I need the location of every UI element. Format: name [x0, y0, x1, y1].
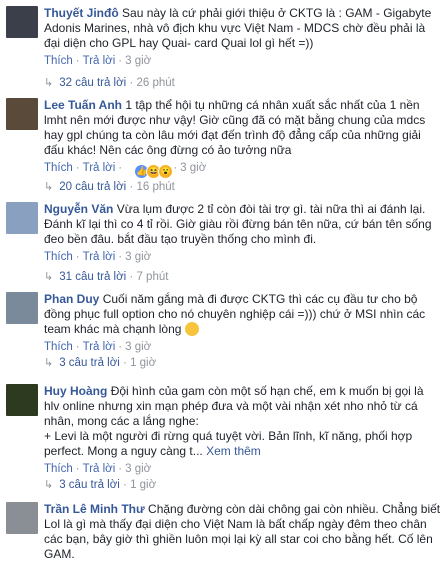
- comment-author[interactable]: Thuyết Jinđô: [44, 6, 119, 20]
- avatar[interactable]: [6, 502, 38, 534]
- comment-author[interactable]: Phan Duy: [44, 292, 99, 306]
- comment-body: Thuyết Jinđô Sau này là cứ phải giới thi…: [44, 6, 442, 69]
- reply-time: 16 phút: [136, 181, 175, 193]
- comment-body: Nguyễn Văn Vừa lụm được 2 tỉ còn đòi tài…: [44, 202, 442, 265]
- like-button[interactable]: Thích: [44, 251, 73, 263]
- avatar[interactable]: [6, 292, 38, 324]
- reply-arrow-icon: ↳: [44, 479, 54, 491]
- comment-actions: Thích · Trả lời · 3 giờ: [44, 55, 152, 67]
- emoji-icon: [184, 322, 199, 336]
- comment-body: Lee Tuấn Anh 1 tập thể hội tụ những cá n…: [44, 98, 442, 179]
- reply-time: 26 phút: [136, 77, 175, 89]
- view-replies-link[interactable]: ↳ 3 câu trả lời · 1 giờ: [44, 356, 156, 370]
- comment-actions: Thích · Trả lời · 3 giờ: [44, 463, 152, 475]
- view-replies-link[interactable]: ↳ 31 câu trả lời · 7 phút: [44, 270, 168, 284]
- view-replies-link[interactable]: ↳ 32 câu trả lời · 26 phút: [44, 76, 175, 90]
- comment-feed: Thuyết Jinđô Sau này là cứ phải giới thi…: [0, 0, 446, 566]
- reply-arrow-icon: ↳: [44, 357, 54, 369]
- reply-button[interactable]: Trả lời: [83, 162, 116, 174]
- comment-body: Huy Hoàng Đội hình của gam còn một số hạ…: [44, 384, 442, 477]
- timestamp[interactable]: 3 giờ: [125, 55, 151, 67]
- view-replies-link[interactable]: ↳ 20 câu trả lời · 16 phút: [44, 180, 175, 194]
- reply-count: 31 câu trả lời: [59, 271, 127, 283]
- timestamp[interactable]: 3 giờ: [180, 162, 206, 174]
- avatar[interactable]: [6, 6, 38, 38]
- comment-author[interactable]: Nguyễn Văn: [44, 202, 113, 216]
- like-button[interactable]: Thích: [44, 162, 73, 174]
- reply-count: 3 câu trả lời: [59, 357, 120, 369]
- reply-arrow-icon: ↳: [44, 181, 54, 193]
- like-button[interactable]: Thích: [44, 55, 73, 67]
- timestamp[interactable]: 3 giờ: [125, 463, 151, 475]
- timestamp[interactable]: 3 giờ: [125, 341, 151, 353]
- reply-button[interactable]: Trả lời: [83, 341, 116, 353]
- comment-author[interactable]: Huy Hoàng: [44, 384, 107, 398]
- reply-button[interactable]: Trả lời: [83, 55, 116, 67]
- comment-actions: Thích · Trả lời · 3 giờ: [44, 251, 152, 263]
- reply-time: 7 phút: [136, 271, 169, 283]
- avatar[interactable]: [6, 384, 38, 416]
- reply-button[interactable]: Trả lời: [83, 463, 116, 475]
- avatar[interactable]: [6, 98, 38, 130]
- reply-count: 20 câu trả lời: [59, 181, 127, 193]
- reply-button[interactable]: Trả lời: [83, 251, 116, 263]
- reply-time: 1 giờ: [130, 479, 157, 491]
- comment-body: Trần Lê Minh Thư Chặng đường còn dài chô…: [44, 502, 442, 562]
- avatar[interactable]: [6, 202, 38, 234]
- reply-time: 1 giờ: [130, 357, 157, 369]
- comment-actions: Thích · Trả lời · 3 giờ: [44, 341, 152, 353]
- reply-arrow-icon: ↳: [44, 77, 54, 89]
- see-more-link[interactable]: Xem thêm: [206, 444, 261, 458]
- comment-text: Cuối năm gắng mà đi được CKTG thì các cụ…: [44, 292, 426, 336]
- like-button[interactable]: Thích: [44, 341, 73, 353]
- comment-author[interactable]: Lee Tuấn Anh: [44, 98, 122, 112]
- reply-count: 32 câu trả lời: [59, 77, 127, 89]
- comment-body: Phan Duy Cuối năm gắng mà đi được CKTG t…: [44, 292, 442, 355]
- view-replies-link[interactable]: ↳ 3 câu trả lời · 1 giờ: [44, 478, 156, 492]
- comment-author[interactable]: Trần Lê Minh Thư: [44, 502, 145, 516]
- reaction-icons[interactable]: 👍😆😮: [134, 163, 174, 179]
- comment-actions: Thích · Trả lời · 👍😆😮 · 3 giờ: [44, 160, 442, 179]
- timestamp[interactable]: 3 giờ: [125, 251, 151, 263]
- reply-arrow-icon: ↳: [44, 271, 54, 283]
- reply-count: 3 câu trả lời: [59, 479, 120, 491]
- like-button[interactable]: Thích: [44, 463, 73, 475]
